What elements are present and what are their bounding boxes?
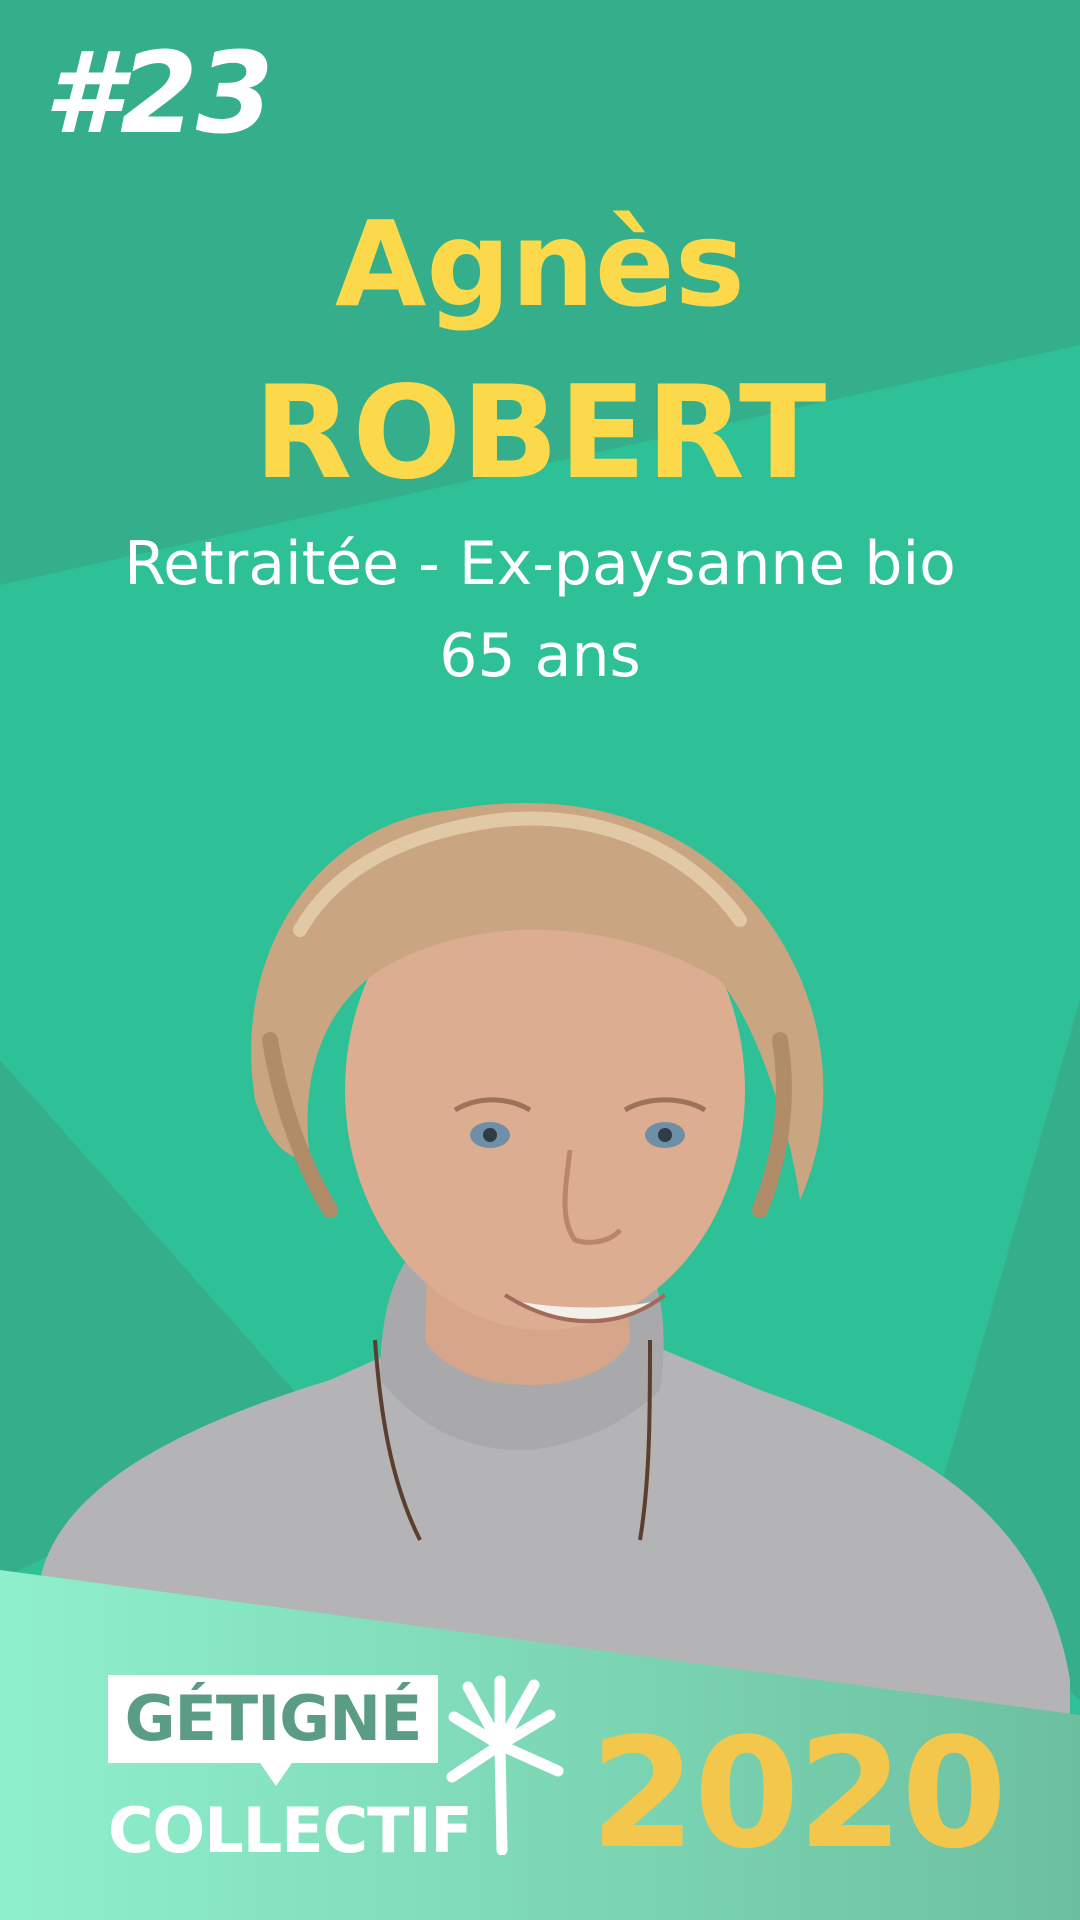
logo-getigne: GÉTIGNÉ — [108, 1675, 438, 1763]
election-year: 2020 — [590, 1705, 1007, 1882]
last-name: ROBERT — [253, 359, 827, 508]
candidate-number: #23 — [44, 29, 274, 159]
age: 65 ans — [439, 621, 641, 691]
occupation: Retraitée - Ex-paysanne bio — [124, 529, 956, 599]
logo-collectif: COLLECTIF — [108, 1794, 473, 1867]
palm-tree-icon — [446, 1675, 564, 1855]
logo-speech-tail — [258, 1760, 294, 1786]
candidate-card: #23 Agnès ROBERT Retraitée - Ex-paysanne… — [0, 0, 1080, 1920]
first-name: Agnès — [334, 195, 746, 333]
